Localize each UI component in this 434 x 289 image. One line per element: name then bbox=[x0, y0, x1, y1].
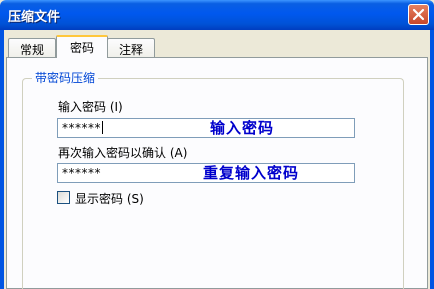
tab-comment[interactable]: 注释 bbox=[107, 38, 155, 57]
confirm-password-annotation: 重复输入密码 bbox=[203, 164, 300, 182]
tab-password[interactable]: 密码 bbox=[56, 35, 108, 58]
window-title: 压缩文件 bbox=[8, 10, 61, 25]
tab-general[interactable]: 常规 bbox=[8, 38, 56, 57]
title-bar: 压缩文件 bbox=[0, 0, 434, 30]
groupbox-label: 带密码压缩 bbox=[32, 69, 99, 86]
tab-comment-label: 注释 bbox=[118, 43, 143, 57]
password-value: ****** bbox=[62, 121, 101, 135]
password-field[interactable]: ****** bbox=[57, 118, 355, 138]
password-label: 输入密码 (I) bbox=[58, 100, 123, 114]
confirm-password-value: ****** bbox=[62, 166, 101, 180]
close-icon bbox=[412, 8, 425, 21]
window-border-left bbox=[0, 30, 4, 289]
tab-password-label: 密码 bbox=[69, 41, 94, 55]
close-button[interactable] bbox=[408, 4, 429, 25]
password-annotation: 输入密码 bbox=[210, 119, 275, 137]
window-border-right bbox=[430, 30, 434, 289]
text-caret bbox=[102, 121, 103, 134]
show-password-label[interactable]: 显示密码 (S) bbox=[75, 190, 144, 207]
confirm-password-label: 再次输入密码以确认 (A) bbox=[58, 146, 188, 160]
tab-general-label: 常规 bbox=[19, 43, 44, 57]
show-password-checkbox[interactable] bbox=[57, 191, 70, 204]
